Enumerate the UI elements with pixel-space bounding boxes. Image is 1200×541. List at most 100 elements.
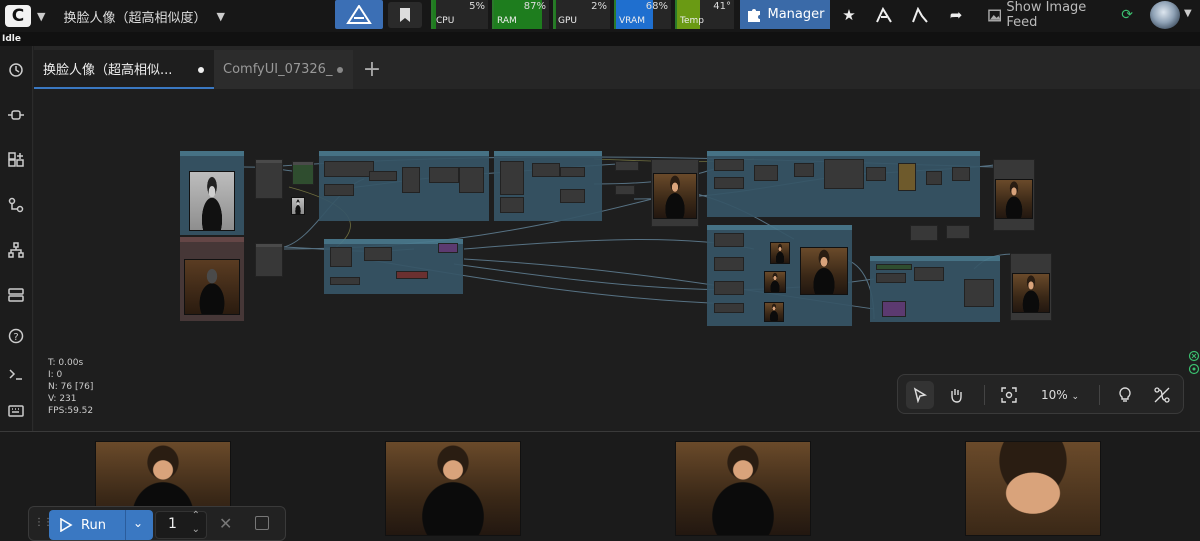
graph-node[interactable] xyxy=(255,243,283,277)
stat-iterations: I: 0 xyxy=(48,370,63,380)
graph-node[interactable] xyxy=(714,303,744,313)
graph-node[interactable] xyxy=(714,281,744,295)
show-image-feed-label: Show Image Feed xyxy=(1006,0,1087,30)
graph-node[interactable] xyxy=(714,159,744,171)
manager-button[interactable]: Manager xyxy=(740,0,830,29)
feed-image-4[interactable] xyxy=(965,441,1101,536)
graph-node[interactable] xyxy=(910,225,938,241)
graph-node[interactable] xyxy=(946,225,970,239)
graph-node[interactable] xyxy=(396,271,428,279)
graph-node[interactable] xyxy=(926,171,942,185)
graph-node[interactable] xyxy=(714,233,744,247)
svg-text:?: ? xyxy=(13,332,18,343)
model-manager-icon[interactable] xyxy=(872,4,896,26)
templates-icon[interactable] xyxy=(6,240,26,260)
fit-view-icon[interactable] xyxy=(995,381,1023,409)
batch-count-input[interactable]: 1 ⌃ ⌄ xyxy=(155,510,207,539)
graph-node[interactable] xyxy=(402,167,420,193)
hide-links-icon[interactable] xyxy=(1148,381,1176,409)
graph-node[interactable] xyxy=(876,273,906,283)
graph-node[interactable] xyxy=(714,257,744,271)
batch-count-value: 1 xyxy=(168,516,177,532)
graph-node[interactable] xyxy=(560,189,585,203)
graph-node[interactable] xyxy=(369,171,397,181)
history-icon[interactable] xyxy=(6,60,26,80)
face-swap-preview xyxy=(653,173,697,219)
hand-pan-icon[interactable] xyxy=(942,381,970,409)
avatar-chevron-down-icon[interactable]: ▼ xyxy=(1184,8,1192,19)
graph-node[interactable] xyxy=(964,279,994,307)
ram-label: RAM xyxy=(497,16,517,26)
cancel-x-icon[interactable]: ✕ xyxy=(219,514,232,533)
graph-node[interactable] xyxy=(459,167,484,193)
graph-node[interactable] xyxy=(898,163,916,191)
tab-workflow-second[interactable]: ComfyUI_07326_ xyxy=(214,50,353,89)
feed-image-2[interactable] xyxy=(385,441,521,536)
help-icon[interactable]: ? xyxy=(6,326,26,346)
graph-node[interactable] xyxy=(500,197,524,213)
share-icon[interactable]: ➦ xyxy=(944,4,968,26)
graph-node[interactable] xyxy=(324,161,374,177)
bookmark-button[interactable] xyxy=(388,2,422,28)
graph-node[interactable] xyxy=(292,161,314,185)
refresh-green-icon: ⟳ xyxy=(1121,7,1133,23)
graph-node[interactable] xyxy=(952,167,970,181)
chevron-down-icon[interactable]: ▼ xyxy=(37,10,45,23)
side-toggle[interactable] xyxy=(1188,350,1200,376)
increment-icon[interactable]: ⌃ xyxy=(192,510,200,521)
graph-node[interactable] xyxy=(429,167,459,183)
model-library-icon[interactable] xyxy=(6,150,26,170)
workflow-tabs: 换脸人像（超高相似... ComfyUI_07326_ + xyxy=(34,46,1200,89)
star-icon[interactable]: ★ xyxy=(837,4,861,26)
zoom-level-dropdown[interactable]: 10% ⌄ xyxy=(1041,388,1079,402)
graph-node[interactable] xyxy=(824,159,864,189)
vram-label: VRAM xyxy=(619,16,645,26)
graph-node[interactable] xyxy=(794,163,814,177)
lightbulb-icon[interactable] xyxy=(1111,381,1139,409)
workflow-menu-chevron-icon[interactable]: ▼ xyxy=(216,10,224,23)
show-image-feed-button[interactable]: Show Image Feed ⟳ xyxy=(988,0,1133,30)
graph-node[interactable] xyxy=(500,161,524,195)
graph-node[interactable] xyxy=(324,184,354,196)
graph-node[interactable] xyxy=(882,301,906,317)
graph-node[interactable] xyxy=(754,165,778,181)
graph-node[interactable] xyxy=(560,167,585,177)
feed-image-3[interactable] xyxy=(675,441,811,536)
decrement-icon[interactable]: ⌄ xyxy=(192,524,200,535)
graph-node[interactable] xyxy=(615,161,639,171)
keyboard-icon[interactable] xyxy=(6,401,26,421)
node-library-icon[interactable] xyxy=(908,4,932,26)
graph-node[interactable] xyxy=(438,243,458,253)
graph-node[interactable] xyxy=(615,185,635,195)
toolbar-divider xyxy=(1099,385,1100,405)
select-pointer-icon[interactable] xyxy=(906,381,934,409)
run-options-chevron-icon[interactable]: ⌄ xyxy=(133,516,143,530)
gpu-monitor: GPU 2% xyxy=(553,0,610,29)
graph-node[interactable] xyxy=(914,267,944,281)
queue-panel-button[interactable] xyxy=(335,0,383,29)
stat-time: T: 0.00s xyxy=(48,358,84,368)
workflows-icon[interactable] xyxy=(6,195,26,215)
graph-node[interactable] xyxy=(532,163,560,177)
tab-workflow-active[interactable]: 换脸人像（超高相似... xyxy=(34,50,214,89)
run-button[interactable]: Run ⌄ xyxy=(49,510,153,540)
graph-node[interactable] xyxy=(330,247,352,267)
queue-list-icon[interactable] xyxy=(6,285,26,305)
workflow-title[interactable]: 换脸人像（超高相似度） xyxy=(63,7,206,26)
cpu-label: CPU xyxy=(436,16,455,26)
graph-node[interactable] xyxy=(866,167,886,181)
user-avatar[interactable] xyxy=(1150,1,1180,29)
graph-node[interactable] xyxy=(876,264,912,270)
node-icon[interactable] xyxy=(6,105,26,125)
image-icon xyxy=(988,9,1002,21)
stop-square-icon[interactable] xyxy=(255,516,269,530)
graph-node[interactable] xyxy=(364,247,392,261)
graph-node[interactable] xyxy=(330,277,360,285)
new-tab-plus-icon[interactable]: + xyxy=(354,52,390,86)
run-divider xyxy=(125,510,126,540)
comfyui-logo[interactable]: C xyxy=(5,5,31,27)
graph-node[interactable] xyxy=(714,177,744,189)
vram-value: 68% xyxy=(645,1,668,12)
terminal-icon[interactable] xyxy=(6,364,26,384)
graph-node[interactable] xyxy=(255,159,283,199)
